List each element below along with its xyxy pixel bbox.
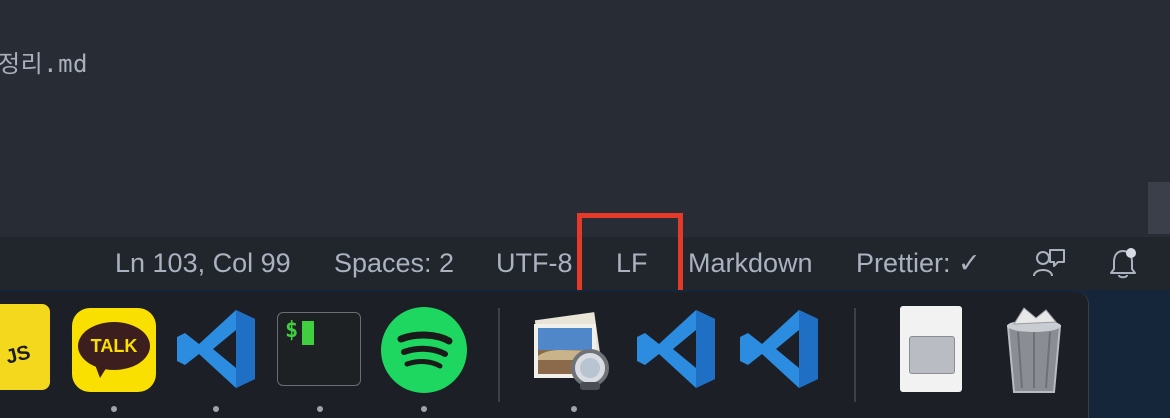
vscode-icon[interactable] bbox=[633, 306, 719, 392]
line-ending-highlight-box bbox=[577, 213, 683, 295]
editor-area[interactable]: 정리.md bbox=[0, 0, 1170, 237]
running-indicator bbox=[317, 406, 323, 412]
vscode-icon[interactable] bbox=[736, 306, 822, 392]
prettier-item[interactable]: Prettier: ✓ bbox=[856, 247, 981, 279]
indentation-item[interactable]: Spaces: 2 bbox=[334, 247, 454, 279]
bell-notification-icon[interactable] bbox=[1106, 246, 1140, 280]
terminal-icon[interactable]: $ bbox=[277, 312, 361, 386]
running-indicator bbox=[213, 406, 219, 412]
dock-separator bbox=[854, 308, 856, 402]
running-indicator bbox=[111, 406, 117, 412]
javascript-app-icon[interactable]: JS bbox=[0, 304, 50, 390]
trash-icon[interactable] bbox=[1000, 306, 1068, 396]
preview-icon[interactable] bbox=[528, 306, 614, 392]
language-mode-item[interactable]: Markdown bbox=[688, 247, 813, 279]
feedback-person-icon[interactable] bbox=[1032, 246, 1066, 280]
editor-text-line[interactable]: 정리.md bbox=[0, 44, 88, 79]
dock-separator bbox=[498, 308, 500, 402]
editor-scrollbar-thumb[interactable] bbox=[1148, 182, 1170, 234]
vscode-icon[interactable] bbox=[173, 306, 259, 392]
running-indicator bbox=[571, 406, 577, 412]
encoding-item[interactable]: UTF-8 bbox=[496, 247, 573, 279]
dock: JS TALK $ bbox=[0, 292, 1089, 418]
cursor-position-item[interactable]: Ln 103, Col 99 bbox=[115, 247, 291, 279]
running-indicator bbox=[421, 406, 427, 412]
spotify-icon[interactable] bbox=[381, 307, 467, 393]
kakaotalk-icon[interactable]: TALK bbox=[72, 308, 156, 392]
document-stack-icon[interactable] bbox=[900, 306, 962, 392]
